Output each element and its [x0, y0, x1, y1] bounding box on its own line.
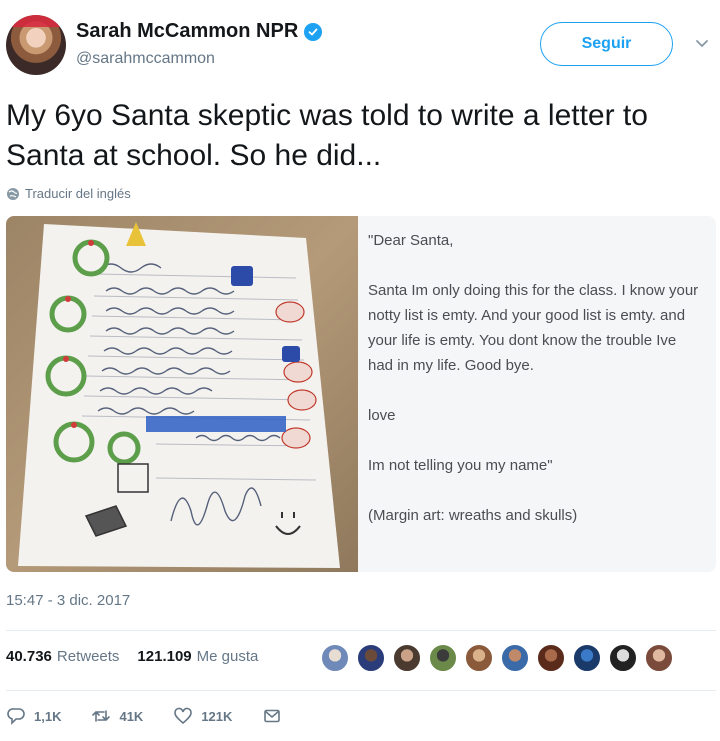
- reply-count: 1,1K: [34, 708, 62, 724]
- retweet-icon: [92, 710, 111, 722]
- retweets-stat[interactable]: 40.736 Retweets: [6, 648, 119, 665]
- chevron-down-icon[interactable]: [690, 34, 714, 54]
- liker-avatar[interactable]: [536, 643, 566, 673]
- liker-avatar[interactable]: [320, 643, 350, 673]
- liker-avatar[interactable]: [428, 643, 458, 673]
- likes-count: 121.109: [137, 648, 192, 665]
- divider: [6, 690, 716, 691]
- globe-icon: [7, 187, 19, 200]
- liker-avatar[interactable]: [500, 643, 530, 673]
- author-display-name[interactable]: Sarah McCammon NPR: [76, 20, 298, 43]
- envelope-icon: [264, 709, 281, 723]
- likes-label: Me gusta: [196, 648, 259, 665]
- liker-avatar[interactable]: [644, 643, 674, 673]
- author-name-row: Sarah McCammon NPR: [76, 20, 323, 43]
- retweet-button[interactable]: 41K: [91, 706, 143, 726]
- tweet-header: Sarah McCammon NPR @sarahmccammon Seguir: [0, 0, 720, 90]
- transcript-closing: love: [368, 407, 396, 424]
- letter-transcript: "Dear Santa, Santa Im only doing this fo…: [358, 216, 716, 572]
- author-avatar[interactable]: [6, 15, 66, 75]
- direct-message-button[interactable]: [262, 706, 282, 726]
- transcript-body: Santa Im only doing this for the class. …: [368, 282, 699, 374]
- divider: [6, 630, 716, 631]
- tweet-stats: 40.736 Retweets 121.109 Me gusta: [6, 648, 276, 665]
- liker-avatar[interactable]: [356, 643, 386, 673]
- tweet-text: My 6yo Santa skeptic was told to write a…: [6, 99, 648, 172]
- liker-avatars: [320, 643, 674, 673]
- like-count: 121K: [201, 708, 233, 724]
- liker-avatar[interactable]: [464, 643, 494, 673]
- translate-label: Traducir del inglés: [25, 186, 131, 201]
- heart-icon: [174, 707, 193, 725]
- liker-avatar[interactable]: [608, 643, 638, 673]
- liker-avatar[interactable]: [572, 643, 602, 673]
- tweet-media[interactable]: "Dear Santa, Santa Im only doing this fo…: [6, 216, 716, 572]
- retweets-count: 40.736: [6, 648, 52, 665]
- transcript-note: (Margin art: wreaths and skulls): [368, 507, 578, 524]
- retweet-count: 41K: [119, 708, 144, 724]
- reply-button[interactable]: 1,1K: [6, 706, 61, 726]
- likes-stat[interactable]: 121.109 Me gusta: [137, 648, 258, 665]
- author-handle[interactable]: @sarahmccammon: [76, 50, 215, 68]
- liker-avatar[interactable]: [392, 643, 422, 673]
- tweet-timestamp[interactable]: 15:47 - 3 dic. 2017: [6, 592, 130, 609]
- like-button[interactable]: 121K: [173, 706, 232, 726]
- reply-icon: [7, 708, 25, 725]
- translate-link[interactable]: Traducir del inglés: [6, 186, 131, 201]
- transcript-signature: Im not telling you my name": [368, 457, 553, 474]
- tweet-actions: 1,1K 41K 121K: [6, 706, 312, 726]
- letter-photo[interactable]: [6, 216, 358, 572]
- verified-check-icon: [304, 22, 323, 41]
- retweets-label: Retweets: [56, 648, 120, 665]
- follow-button[interactable]: Seguir: [540, 22, 673, 66]
- transcript-greeting: "Dear Santa,: [368, 232, 454, 249]
